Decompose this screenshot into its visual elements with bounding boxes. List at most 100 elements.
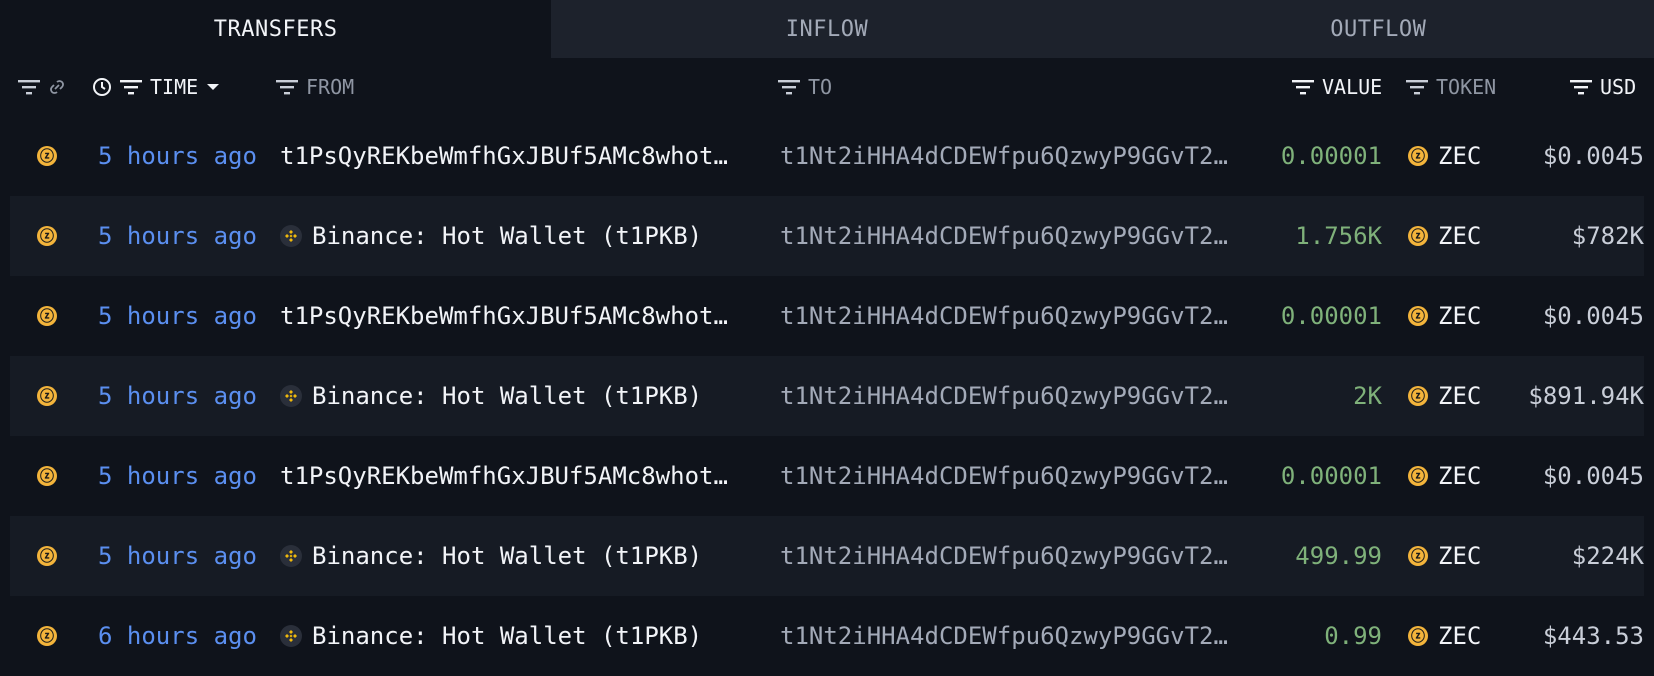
table-row[interactable]: ⓩ 5 hours ago t1PsQyREKbeWmfhGxJBUf5AMc8wh…	[10, 116, 1644, 196]
from-address[interactable]: t1PsQyREKbeWmfhGxJBUf5AMc8whot2K…	[280, 142, 740, 170]
time-cell[interactable]: 5 hours ago	[98, 116, 257, 196]
chain-cell: ⓩ	[37, 196, 57, 276]
token-cell[interactable]: ⓩ ZEC	[1408, 436, 1481, 516]
usd-cell: $891.94K	[1528, 382, 1644, 410]
zec-token-icon: ⓩ	[1408, 546, 1428, 566]
to-cell: t1Nt2iHHA4dCDEWfpu6QzwyP9GGvT24c…	[780, 596, 1235, 676]
time-cell[interactable]: 6 hours ago	[98, 596, 257, 676]
to-address[interactable]: t1Nt2iHHA4dCDEWfpu6QzwyP9GGvT24c…	[780, 142, 1235, 170]
token-symbol: ZEC	[1438, 382, 1482, 410]
binance-icon	[280, 625, 302, 647]
token-cell[interactable]: ⓩ ZEC	[1408, 356, 1481, 436]
token-symbol: ZEC	[1438, 462, 1482, 490]
token-symbol: ZEC	[1438, 622, 1482, 650]
time-filter-icon[interactable]	[120, 79, 142, 95]
zcash-coin-icon: ⓩ	[37, 546, 57, 566]
zcash-coin-icon: ⓩ	[37, 306, 57, 326]
to-cell: t1Nt2iHHA4dCDEWfpu6QzwyP9GGvT24c…	[780, 196, 1235, 276]
zcash-coin-icon: ⓩ	[37, 626, 57, 646]
header-usd[interactable]: USD	[1570, 58, 1636, 116]
from-entity-label[interactable]: Binance: Hot Wallet (t1PKB)	[312, 382, 702, 410]
link-icon[interactable]	[48, 78, 66, 96]
sort-desc-icon[interactable]	[206, 82, 220, 92]
usd-filter-icon[interactable]	[1570, 79, 1592, 95]
time-cell[interactable]: 5 hours ago	[98, 516, 257, 596]
from-cell: Binance: Hot Wallet (t1PKB)	[280, 596, 702, 676]
chain-cell: ⓩ	[37, 596, 57, 676]
chain-cell: ⓩ	[37, 276, 57, 356]
value-filter-icon[interactable]	[1292, 79, 1314, 95]
from-cell: Binance: Hot Wallet (t1PKB)	[280, 356, 702, 436]
from-address[interactable]: t1PsQyREKbeWmfhGxJBUf5AMc8whot2K…	[280, 462, 740, 490]
usd-cell: $224K	[1571, 542, 1644, 570]
table-row[interactable]: ⓩ 5 hours ago t1PsQyREKbeWmfhGxJBUf5AMc8wh…	[10, 276, 1644, 356]
usd-cell: $443.53	[1542, 622, 1644, 650]
chain-cell: ⓩ	[37, 516, 57, 596]
tab-transfers[interactable]: TRANSFERS	[0, 0, 552, 58]
table-row[interactable]: ⓩ 5 hours ago Binance: Hot Wallet (t1PKB) t…	[10, 356, 1644, 436]
value-cell: 2K	[1353, 382, 1382, 410]
tab-outflow[interactable]: OUTFLOW	[1102, 0, 1654, 58]
zcash-coin-icon: ⓩ	[37, 466, 57, 486]
header-from[interactable]: FROM	[276, 58, 354, 116]
value-cell: 1.756K	[1295, 222, 1382, 250]
time-cell[interactable]: 5 hours ago	[98, 436, 257, 516]
zec-token-icon: ⓩ	[1408, 226, 1428, 246]
from-cell: Binance: Hot Wallet (t1PKB)	[280, 196, 702, 276]
value-column-label: VALUE	[1322, 75, 1383, 99]
table-row[interactable]: ⓩ 6 hours ago Binance: Hot Wallet (t1PKB) t…	[10, 596, 1644, 676]
to-cell: t1Nt2iHHA4dCDEWfpu6QzwyP9GGvT24c…	[780, 356, 1235, 436]
to-cell: t1Nt2iHHA4dCDEWfpu6QzwyP9GGvT24c…	[780, 516, 1235, 596]
usd-cell: $782K	[1571, 222, 1644, 250]
token-cell[interactable]: ⓩ ZEC	[1408, 596, 1481, 676]
token-cell[interactable]: ⓩ ZEC	[1408, 276, 1481, 356]
token-cell[interactable]: ⓩ ZEC	[1408, 516, 1481, 596]
zcash-coin-icon: ⓩ	[37, 146, 57, 166]
from-filter-icon[interactable]	[276, 79, 298, 95]
table-row[interactable]: ⓩ 5 hours ago Binance: Hot Wallet (t1PKB) t…	[10, 516, 1644, 596]
to-address[interactable]: t1Nt2iHHA4dCDEWfpu6QzwyP9GGvT24c…	[780, 382, 1235, 410]
token-column-label: TOKEN	[1436, 75, 1497, 99]
from-address[interactable]: t1PsQyREKbeWmfhGxJBUf5AMc8whot2K…	[280, 302, 740, 330]
to-address[interactable]: t1Nt2iHHA4dCDEWfpu6QzwyP9GGvT24c…	[780, 302, 1235, 330]
value-cell: 499.99	[1295, 542, 1382, 570]
to-address[interactable]: t1Nt2iHHA4dCDEWfpu6QzwyP9GGvT24c…	[780, 222, 1235, 250]
value-cell: 0.99	[1324, 622, 1382, 650]
zec-token-icon: ⓩ	[1408, 386, 1428, 406]
value-cell: 0.00001	[1280, 462, 1382, 490]
token-cell[interactable]: ⓩ ZEC	[1408, 196, 1481, 276]
token-cell[interactable]: ⓩ ZEC	[1408, 116, 1481, 196]
clock-icon	[92, 77, 112, 97]
to-address[interactable]: t1Nt2iHHA4dCDEWfpu6QzwyP9GGvT24c…	[780, 542, 1235, 570]
to-filter-icon[interactable]	[778, 79, 800, 95]
from-entity-label[interactable]: Binance: Hot Wallet (t1PKB)	[312, 222, 702, 250]
token-symbol: ZEC	[1438, 222, 1482, 250]
header-token[interactable]: TOKEN	[1406, 58, 1496, 116]
from-entity-label[interactable]: Binance: Hot Wallet (t1PKB)	[312, 542, 702, 570]
time-cell[interactable]: 5 hours ago	[98, 196, 257, 276]
token-filter-icon[interactable]	[1406, 79, 1428, 95]
filter-icon[interactable]	[18, 79, 40, 95]
tab-inflow[interactable]: INFLOW	[551, 0, 1103, 58]
time-cell[interactable]: 5 hours ago	[98, 356, 257, 436]
to-address[interactable]: t1Nt2iHHA4dCDEWfpu6QzwyP9GGvT24c…	[780, 462, 1235, 490]
to-address[interactable]: t1Nt2iHHA4dCDEWfpu6QzwyP9GGvT24c…	[780, 622, 1235, 650]
from-entity-label[interactable]: Binance: Hot Wallet (t1PKB)	[312, 622, 702, 650]
header-to[interactable]: TO	[778, 58, 832, 116]
header-time[interactable]: TIME	[92, 58, 220, 116]
time-cell[interactable]: 5 hours ago	[98, 276, 257, 356]
zcash-coin-icon: ⓩ	[37, 226, 57, 246]
header-tools	[18, 58, 66, 116]
chain-cell: ⓩ	[37, 356, 57, 436]
token-symbol: ZEC	[1438, 302, 1482, 330]
binance-icon	[280, 385, 302, 407]
time-column-label: TIME	[150, 75, 199, 99]
table-row[interactable]: ⓩ 5 hours ago Binance: Hot Wallet (t1PKB) t…	[10, 196, 1644, 276]
zec-token-icon: ⓩ	[1408, 306, 1428, 326]
zcash-coin-icon: ⓩ	[37, 386, 57, 406]
table-row[interactable]: ⓩ 5 hours ago t1PsQyREKbeWmfhGxJBUf5AMc8wh…	[10, 436, 1644, 516]
usd-cell: $0.0045	[1542, 142, 1644, 170]
header-value[interactable]: VALUE	[1292, 58, 1382, 116]
zec-token-icon: ⓩ	[1408, 626, 1428, 646]
table-header: TIME FROM TO VALUE TOKEN USD	[0, 58, 1654, 116]
